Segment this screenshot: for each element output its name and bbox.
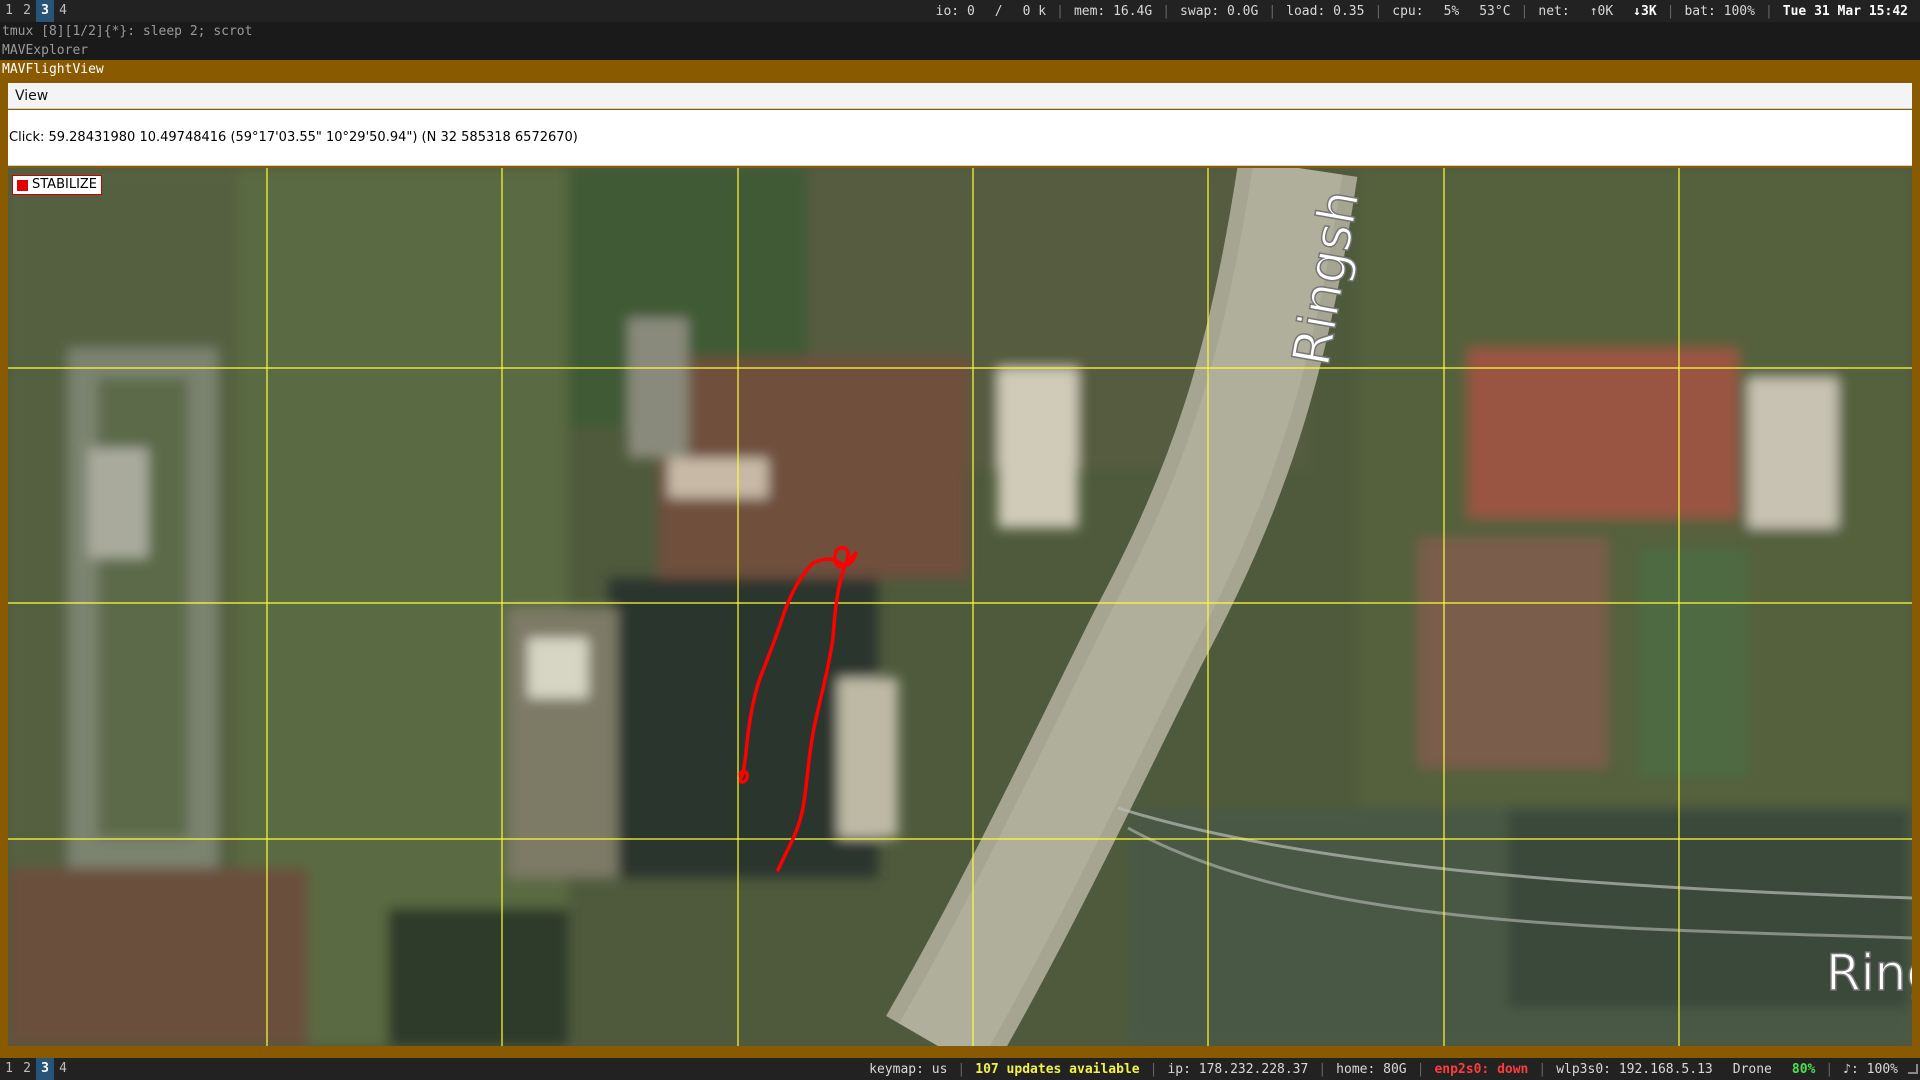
menu-bar: View <box>8 83 1912 109</box>
io-status: io: 0 <box>935 3 975 19</box>
wifi-signal: 80% <box>1791 1061 1816 1077</box>
wifi-ssid: Drone <box>1732 1061 1772 1077</box>
bottom-status-bar: 1 2 3 4 keymap: us | 107 updates availab… <box>0 1058 1920 1080</box>
flight-mode-badge: STABILIZE <box>12 175 103 195</box>
separator: | <box>1520 3 1529 19</box>
updates-status: 107 updates available <box>975 1061 1140 1077</box>
signal-bars-icon <box>1908 1064 1918 1074</box>
top-status-bar: 1 2 3 4 io: 0 / 0 k | mem: 16.4G | swap:… <box>0 0 1920 22</box>
volume-status: ♪: 100% <box>1843 1061 1898 1077</box>
road-label-bottom: Ring <box>1826 944 1912 1002</box>
satellite-map[interactable]: Ringsh Ring STABILIZE <box>8 168 1912 1046</box>
click-coordinates: Click: 59.28431980 10.49748416 (59°17'03… <box>9 130 578 145</box>
workspace-1[interactable]: 1 <box>0 0 18 22</box>
separator: | <box>1056 3 1064 19</box>
separator: | <box>1666 3 1675 19</box>
swap-status: swap: 0.0G <box>1180 3 1259 19</box>
disk-mount: / <box>994 3 1003 19</box>
network-status: keymap: us | 107 updates available | ip:… <box>859 1062 1920 1077</box>
workspace-4[interactable]: 4 <box>54 1058 72 1080</box>
separator: | <box>1538 1061 1547 1077</box>
net-up: ↑0K <box>1589 3 1614 19</box>
flightview-window-title[interactable]: MAVFlightView <box>0 60 1920 79</box>
separator: | <box>1162 3 1171 19</box>
workspace-2[interactable]: 2 <box>18 0 36 22</box>
home-disk-status: home: 80G <box>1336 1061 1407 1077</box>
ethernet-status: enp2s0: down <box>1434 1061 1529 1077</box>
workspace-switcher: 1 2 3 4 <box>0 0 72 22</box>
workspace-4[interactable]: 4 <box>54 0 72 22</box>
separator: | <box>1268 3 1277 19</box>
workspace-2[interactable]: 2 <box>18 1058 36 1080</box>
load-status: load: 0.35 <box>1286 3 1365 19</box>
clock: Tue 31 Mar 15:42 <box>1782 3 1908 19</box>
separator: | <box>1149 1061 1158 1077</box>
workspace-switcher-bottom: 1 2 3 4 <box>0 1058 72 1080</box>
wifi-status: wlp3s0: 192.168.5.13 <box>1556 1061 1713 1077</box>
mem-status: mem: 16.4G <box>1073 3 1153 19</box>
system-status: io: 0 / 0 k | mem: 16.4G | swap: 0.0G | … <box>926 4 1920 19</box>
workspace-3[interactable]: 3 <box>36 1058 54 1080</box>
map-canvas[interactable]: Ringsh Ring <box>8 168 1912 1046</box>
workspace-3[interactable]: 3 <box>36 0 54 22</box>
mode-color-indicator <box>17 179 28 191</box>
flight-mode-label: STABILIZE <box>32 177 98 192</box>
separator: | <box>1318 1061 1327 1077</box>
temperature-status: 53°C <box>1479 3 1511 19</box>
net-down: ↓3K <box>1633 3 1657 19</box>
disk-free: 0 k <box>1022 3 1047 19</box>
separator: | <box>1764 3 1773 19</box>
separator: | <box>1825 1061 1834 1077</box>
cpu-status: 5% <box>1443 3 1460 19</box>
separator: | <box>1374 3 1383 19</box>
flightview-window: View Click: 59.28431980 10.49748416 (59°… <box>0 79 1920 1058</box>
mavexplorer-window-title[interactable]: MAVExplorer <box>0 41 1920 60</box>
battery-status: bat: 100% <box>1684 3 1755 19</box>
menu-view[interactable]: View <box>15 88 48 104</box>
workspace-1[interactable]: 1 <box>0 1058 18 1080</box>
tmux-window-title[interactable]: tmux [8][1/2]{*}: sleep 2; scrot <box>0 22 1920 41</box>
separator: | <box>957 1061 966 1077</box>
net-label: net: <box>1538 3 1570 19</box>
ip-status: ip: 178.232.228.37 <box>1167 1061 1309 1077</box>
info-panel: Click: 59.28431980 10.49748416 (59°17'03… <box>8 110 1912 166</box>
keymap-status: keymap: us <box>869 1061 948 1077</box>
cpu-label: cpu: <box>1392 3 1424 19</box>
separator: | <box>1416 1061 1425 1077</box>
